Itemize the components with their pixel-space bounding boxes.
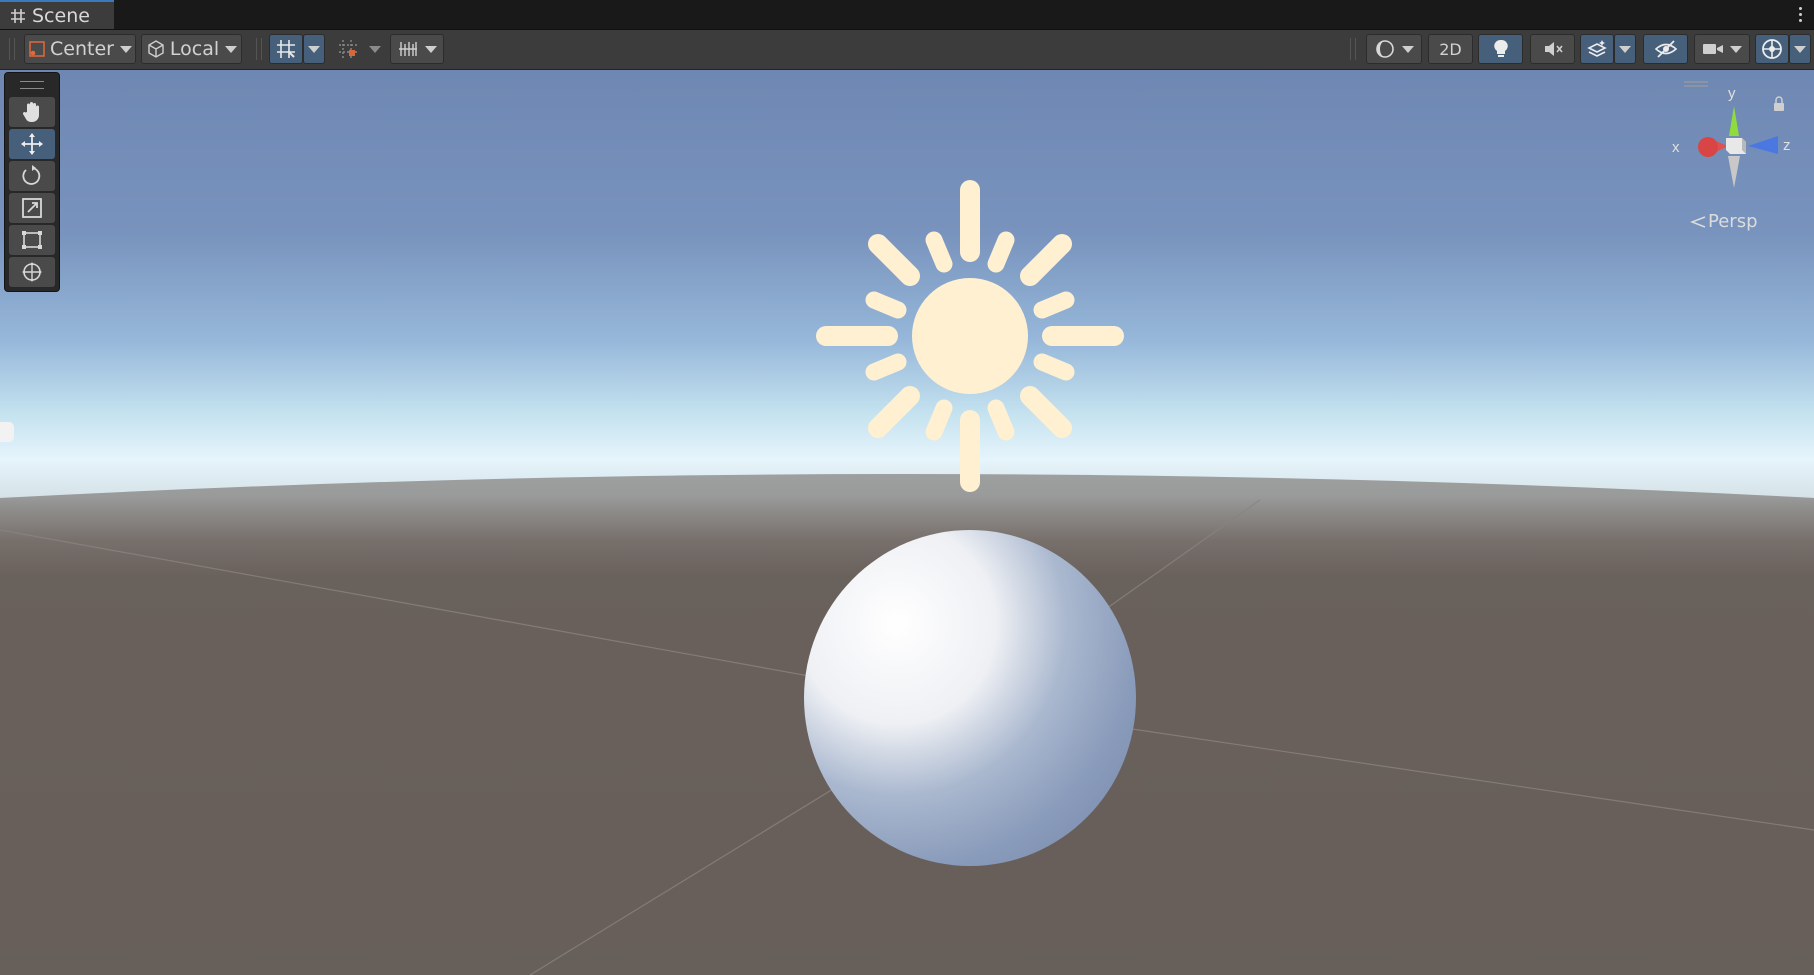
camera-icon [1703,44,1723,54]
increment-snap-toggle[interactable] [331,34,365,64]
tab-scene[interactable]: Scene [0,0,114,29]
gizmos-dropdown[interactable] [1789,34,1811,64]
scale-tool-button[interactable] [9,193,55,223]
increment-snap-icon [339,40,357,58]
chevron-down-icon [425,45,437,53]
gizmo-z-label: z [1783,137,1791,154]
gizmo-y-axis[interactable] [1729,106,1739,136]
chevron-down-icon [1794,45,1806,53]
rect-tool-button[interactable] [9,225,55,255]
pivot-rotation-dropdown[interactable]: Local [141,34,242,64]
local-cube-icon [148,40,164,58]
toolbar-grip[interactable] [256,38,262,60]
scale-icon [22,198,42,218]
projection-label: Persp [1708,211,1758,232]
tools-overlay [4,72,60,292]
chevron-down-icon [308,45,320,53]
pivot-center-icon [29,41,45,57]
gizmo-z-axis[interactable] [1748,136,1778,154]
hand-tool-button[interactable] [9,97,55,127]
chevron-down-icon [1619,45,1631,53]
toolbar-grip[interactable] [1350,38,1356,60]
effects-icon [1587,40,1607,57]
gizmo-grip-icon[interactable] [1684,81,1708,87]
increment-snap-dropdown[interactable] [365,34,385,64]
gizmo-y-label: y [1728,85,1736,102]
perspective-icon [1690,215,1706,228]
grid-snap-icon [277,40,295,58]
grid-ruler-icon [399,42,417,56]
chevron-down-icon [119,45,132,53]
hand-icon [22,102,39,122]
transform-icon [22,262,42,282]
draw-mode-dropdown[interactable] [1366,34,1422,64]
gizmo-x-label: x [1672,139,1680,156]
tab-scene-label: Scene [32,4,90,27]
hidden-objects-icon [1654,40,1677,58]
overlay-collapse-handle[interactable] [0,422,14,442]
chevron-down-icon [1730,45,1742,53]
grid-visibility-dropdown[interactable] [390,34,444,64]
chevron-down-icon [225,45,238,53]
scene-lighting-toggle[interactable] [1478,34,1523,64]
scene-viewport[interactable] [0,70,1814,975]
gizmos-toggle[interactable] [1755,34,1789,64]
rotate-icon [22,165,41,185]
move-arrows-icon [21,133,43,155]
scene-visibility-toggle[interactable] [1643,34,1688,64]
overlay-grip-icon[interactable] [20,81,44,89]
pivot-rotation-label: Local [169,38,220,60]
transform-tool-button[interactable] [9,257,55,287]
unity-scene-window: Scene Center Local 2D y x z Persp [0,0,1814,975]
scene-hash-icon [11,8,25,23]
more-options-icon[interactable] [1792,3,1808,25]
grid-snapping-dropdown[interactable] [303,34,325,64]
scene-camera-dropdown[interactable] [1694,34,1750,64]
toggle-2d-button[interactable]: 2D [1428,34,1473,64]
chevron-down-icon [1402,45,1414,53]
sphere-object[interactable] [804,530,1136,866]
audio-mute-icon [1544,42,1563,56]
chevron-down-icon [369,45,381,53]
rect-transform-icon [22,231,42,249]
pivot-mode-dropdown[interactable]: Center [24,34,136,64]
scene-effects-toggle[interactable] [1580,34,1614,64]
scene-effects-dropdown[interactable] [1614,34,1636,64]
shading-mode-icon [1376,40,1394,58]
grid-snapping-toggle[interactable] [269,34,303,64]
pivot-mode-label: Center [50,38,114,60]
move-tool-button[interactable] [9,129,55,159]
gizmo-down-axis[interactable] [1728,156,1740,188]
toggle-2d-label: 2D [1439,39,1462,59]
scene-toolbar: Center Local 2D [0,30,1814,70]
projection-toggle[interactable]: Persp [1690,211,1758,232]
light-bulb-icon [1493,39,1508,57]
lock-icon[interactable] [1774,96,1784,111]
tab-bar: Scene [0,0,1814,30]
rotate-tool-button[interactable] [9,161,55,191]
toolbar-grip[interactable] [9,38,15,60]
scene-render [0,70,1814,975]
gizmos-icon [1762,39,1782,59]
scene-audio-toggle[interactable] [1530,34,1575,64]
